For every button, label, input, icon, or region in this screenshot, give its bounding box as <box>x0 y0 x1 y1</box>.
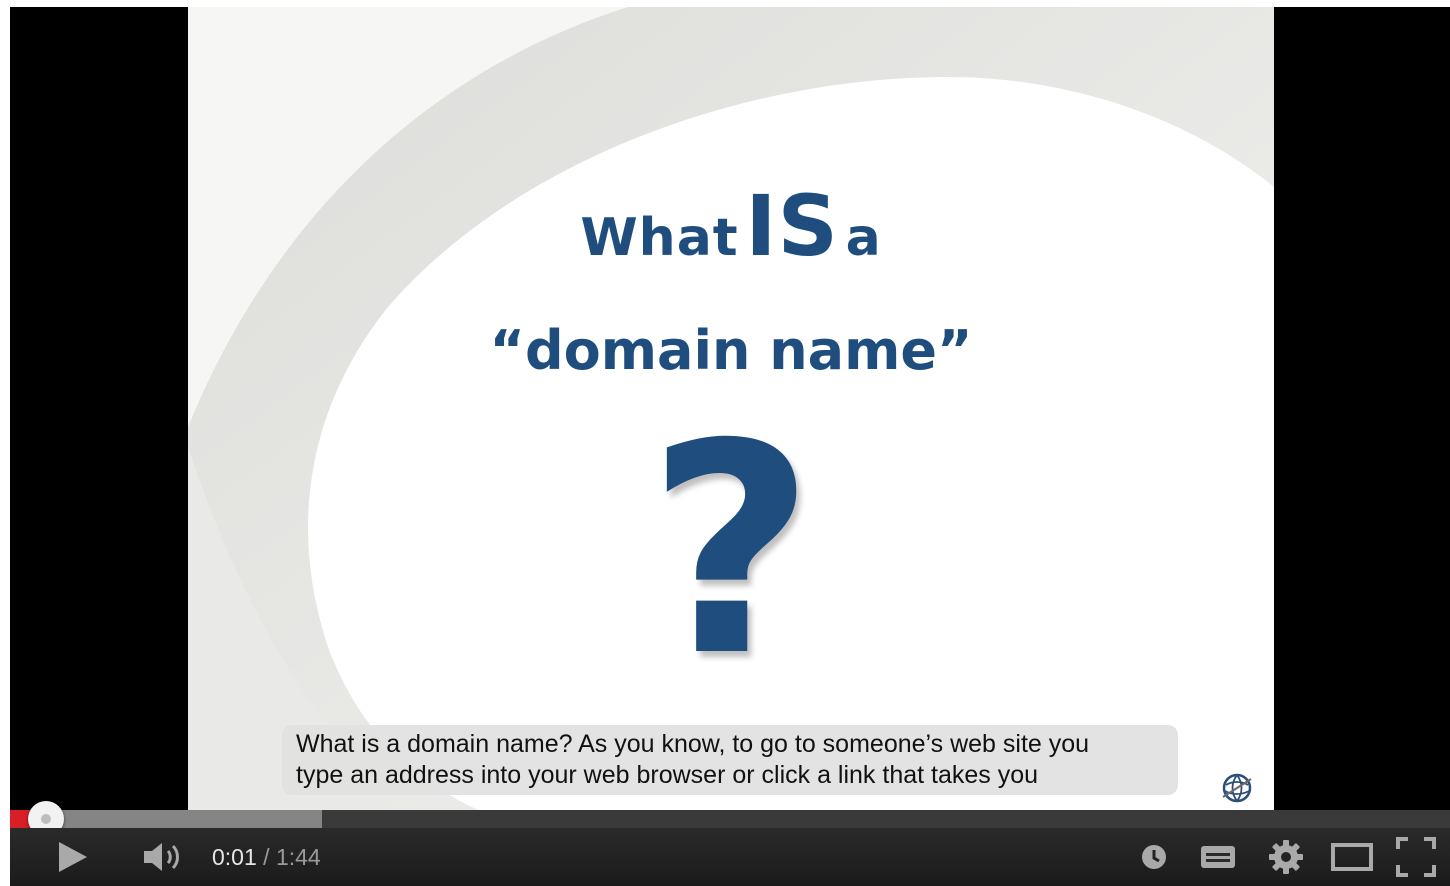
gear-icon <box>1269 840 1303 874</box>
duration: 1:44 <box>275 844 321 870</box>
globe-logo-icon <box>1222 773 1252 803</box>
watch-later-icon <box>1142 845 1166 869</box>
time-separator: / <box>256 844 276 870</box>
current-time: 0:01 <box>212 844 257 870</box>
progress-bar[interactable] <box>10 801 1450 837</box>
player-control-bar: 0:01 / 1:44 <box>10 828 1450 886</box>
volume-button[interactable] <box>138 828 188 886</box>
fullscreen-icon <box>1396 837 1436 877</box>
title-word-is: IS <box>745 177 839 275</box>
theater-mode-icon <box>1331 843 1373 871</box>
captions-button[interactable] <box>1196 828 1240 886</box>
closed-caption-box: What is a domain name? As you know, to g… <box>282 725 1178 795</box>
fullscreen-button[interactable] <box>1392 828 1440 886</box>
time-display: 0:01 / 1:44 <box>212 828 321 886</box>
video-player[interactable]: What IS a “domain name” ? What is a doma… <box>10 7 1450 886</box>
caption-line-1: What is a domain name? As you know, to g… <box>296 730 1090 758</box>
watch-later-button[interactable] <box>1134 828 1174 886</box>
settings-button[interactable] <box>1264 828 1308 886</box>
question-mark-graphic: ? <box>646 383 816 720</box>
slide-title-line-2: “domain name” <box>489 319 973 382</box>
title-word-a: a <box>845 208 882 268</box>
volume-icon <box>144 843 179 871</box>
captions-icon <box>1201 846 1235 868</box>
video-frame[interactable]: What IS a “domain name” ? What is a doma… <box>188 7 1274 810</box>
play-icon <box>59 842 87 872</box>
title-word-what: What <box>580 208 739 268</box>
caption-line-2: type an address into your web browser or… <box>296 761 1039 789</box>
theater-mode-button[interactable] <box>1328 828 1376 886</box>
slide-title-line-1: What IS a <box>188 177 1274 275</box>
play-button[interactable] <box>48 828 96 886</box>
